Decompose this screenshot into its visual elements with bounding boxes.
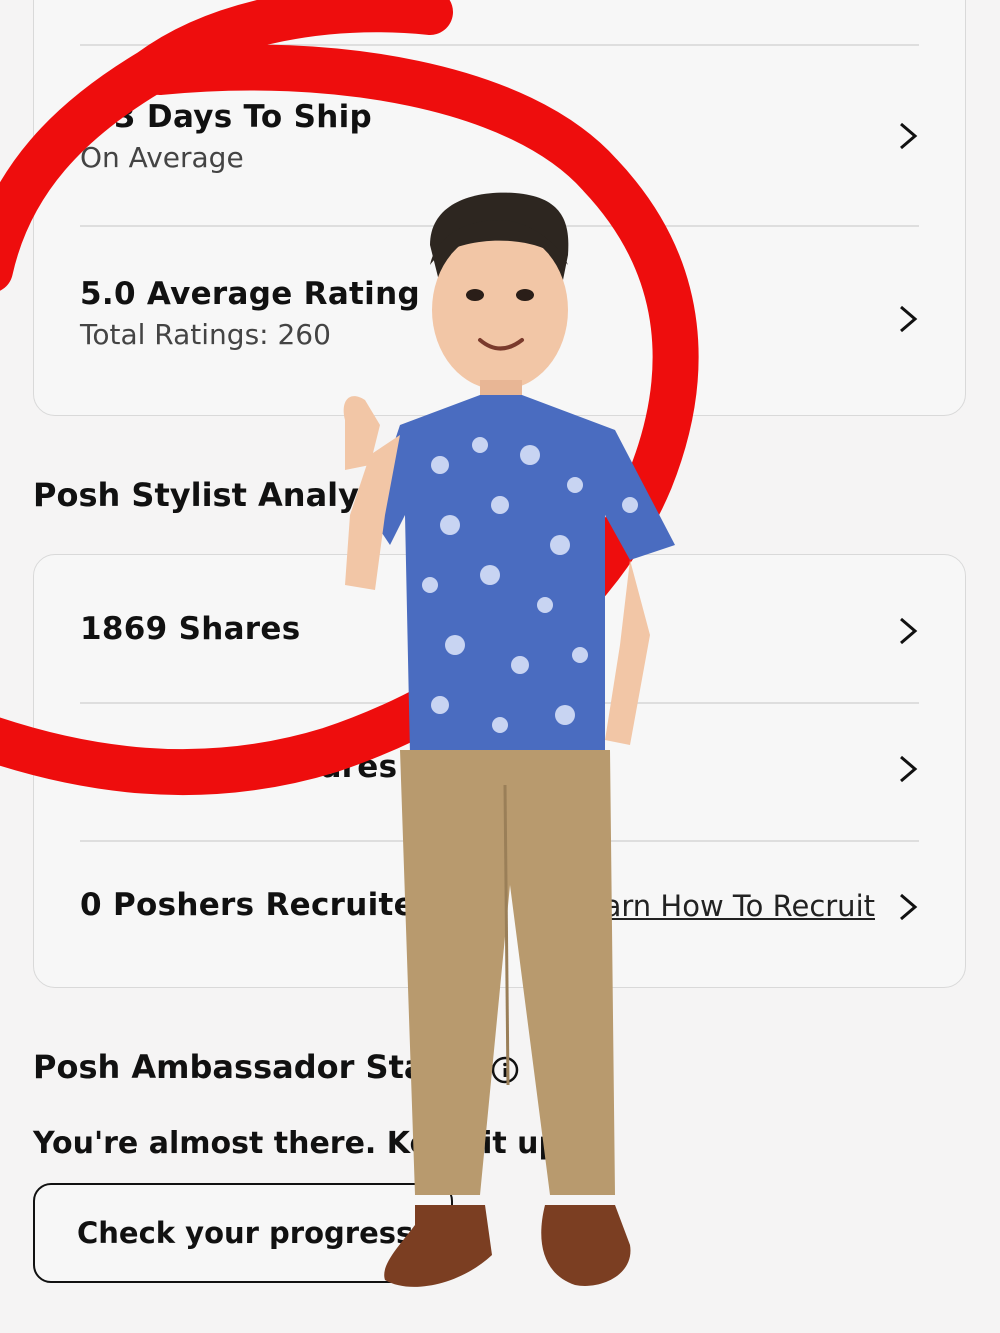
divider — [80, 702, 919, 704]
learn-recruit-link[interactable]: Learn How To Recruit — [570, 889, 875, 923]
chevron-right-icon — [900, 122, 918, 150]
seller-stats-card: 1.3 Days To Ship On Average 5.0 Average … — [33, 0, 966, 416]
direct-shares-row[interactable]: 271 Direct Shares — [80, 749, 919, 789]
info-icon[interactable] — [491, 1056, 519, 1084]
divider — [80, 44, 919, 46]
ambassador-section-title: Posh Ambassador Status — [33, 1048, 483, 1086]
shares-title: 1869 Shares — [80, 611, 301, 647]
ambassador-message: You're almost there. Keep it up! — [33, 1126, 574, 1161]
chevron-right-icon — [900, 893, 918, 921]
divider — [80, 840, 919, 842]
rating-row[interactable]: 5.0 Average Rating Total Ratings: 260 — [80, 276, 919, 356]
stylist-analytics-card: 1869 Shares 271 Direct Shares 0 Poshers … — [33, 554, 966, 988]
rating-title: 5.0 Average Rating — [80, 276, 420, 312]
rating-subtitle: Total Ratings: 260 — [80, 318, 331, 351]
shares-row[interactable]: 1869 Shares — [80, 611, 919, 651]
chevron-right-icon — [900, 755, 918, 783]
direct-shares-title: 271 Direct Shares — [80, 749, 398, 785]
chevron-right-icon — [900, 305, 918, 333]
chevron-right-icon — [900, 617, 918, 645]
divider — [80, 225, 919, 227]
check-progress-label: Check your progress — [77, 1216, 414, 1250]
check-progress-button[interactable]: Check your progress — [33, 1183, 453, 1283]
ship-days-title: 1.3 Days To Ship — [80, 99, 372, 135]
stylist-section-title: Posh Stylist Analytics — [33, 476, 424, 514]
ship-days-row[interactable]: 1.3 Days To Ship On Average — [80, 99, 919, 177]
recruited-row[interactable]: 0 Poshers Recruited Learn How To Recruit — [80, 887, 919, 927]
ship-days-subtitle: On Average — [80, 141, 244, 174]
